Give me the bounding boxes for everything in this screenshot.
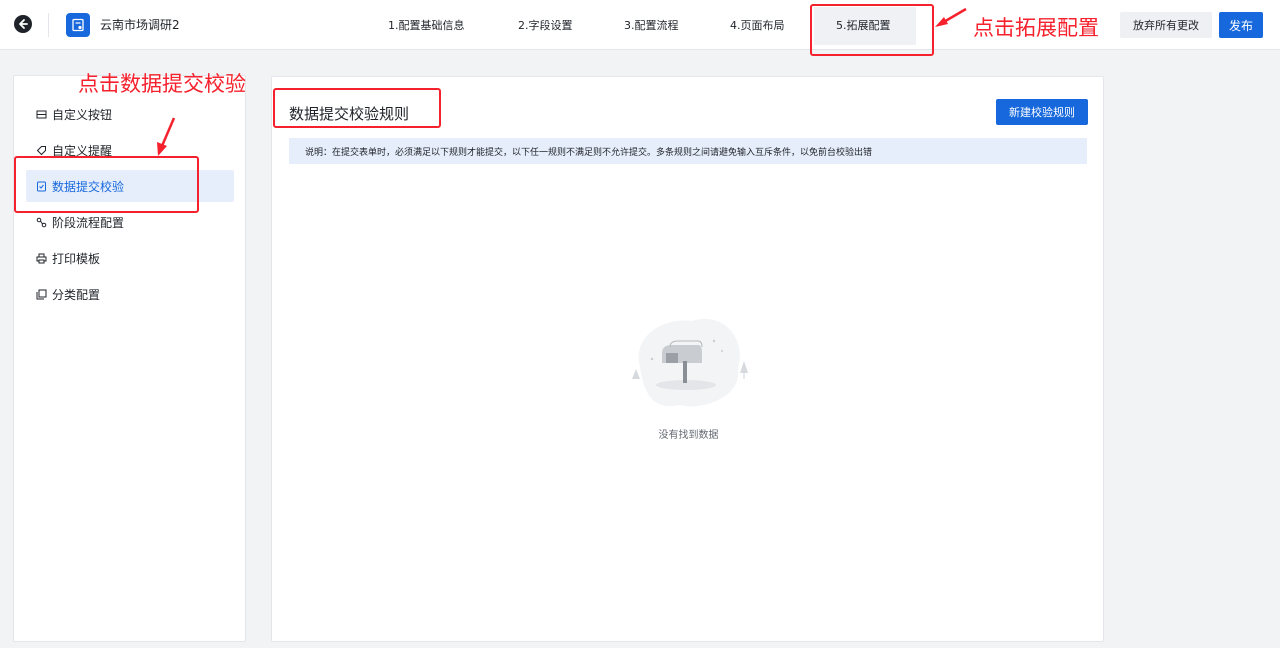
annotation-arrow-icon [157,117,176,156]
empty-mailbox-illustration [632,318,748,407]
tab-step-2-fields[interactable]: 2.字段设置 [518,17,573,33]
back-icon[interactable] [14,15,32,33]
notice-banner: 说明：在提交表单时，必须满足以下规则才能提交，以下任一规则不满足则不允许提交。多… [289,138,1087,164]
annotation-box-page-title [273,88,441,128]
header-divider [48,13,49,37]
tag-icon [36,145,47,156]
flow-icon [36,217,47,228]
form-app-icon [66,13,90,37]
annotation-box-extend-config [810,4,934,56]
sidebar-item-category-config[interactable]: 分类配置 [26,278,234,310]
sidebar-item-label: 阶段流程配置 [52,215,125,230]
tab-step-1-basic-info[interactable]: 1.配置基础信息 [388,17,465,33]
layout-icon [36,109,47,120]
sidebar-item-label: 打印模板 [52,251,101,266]
sidebar-item-print-template[interactable]: 打印模板 [26,242,234,274]
new-rule-button[interactable]: 新建校验规则 [996,99,1088,125]
annotation-arrow-icon [935,7,967,27]
sidebar-item-custom-button[interactable]: 自定义按钮 [26,98,234,130]
annotation-text-data-validation: 点击数据提交校验 [78,72,246,96]
app-title: 云南市场调研2 [100,18,180,32]
validation-rules-panel: 数据提交校验规则 新建校验规则 说明：在提交表单时，必须满足以下规则才能提交，以… [271,76,1104,642]
discard-changes-button[interactable]: 放弃所有更改 [1120,12,1212,38]
annotation-text-extend-config: 点击拓展配置 [973,16,1099,40]
publish-button[interactable]: 发布 [1219,12,1263,38]
copy-icon [36,289,47,300]
tab-step-4-layout[interactable]: 4.页面布局 [730,17,785,33]
sidebar-item-label: 自定义按钮 [52,107,113,122]
printer-icon [36,253,47,264]
sidebar-item-label: 分类配置 [52,287,101,302]
tab-step-3-flow[interactable]: 3.配置流程 [624,17,679,33]
annotation-box-data-validation [14,156,199,213]
empty-state-text: 没有找到数据 [658,430,719,441]
